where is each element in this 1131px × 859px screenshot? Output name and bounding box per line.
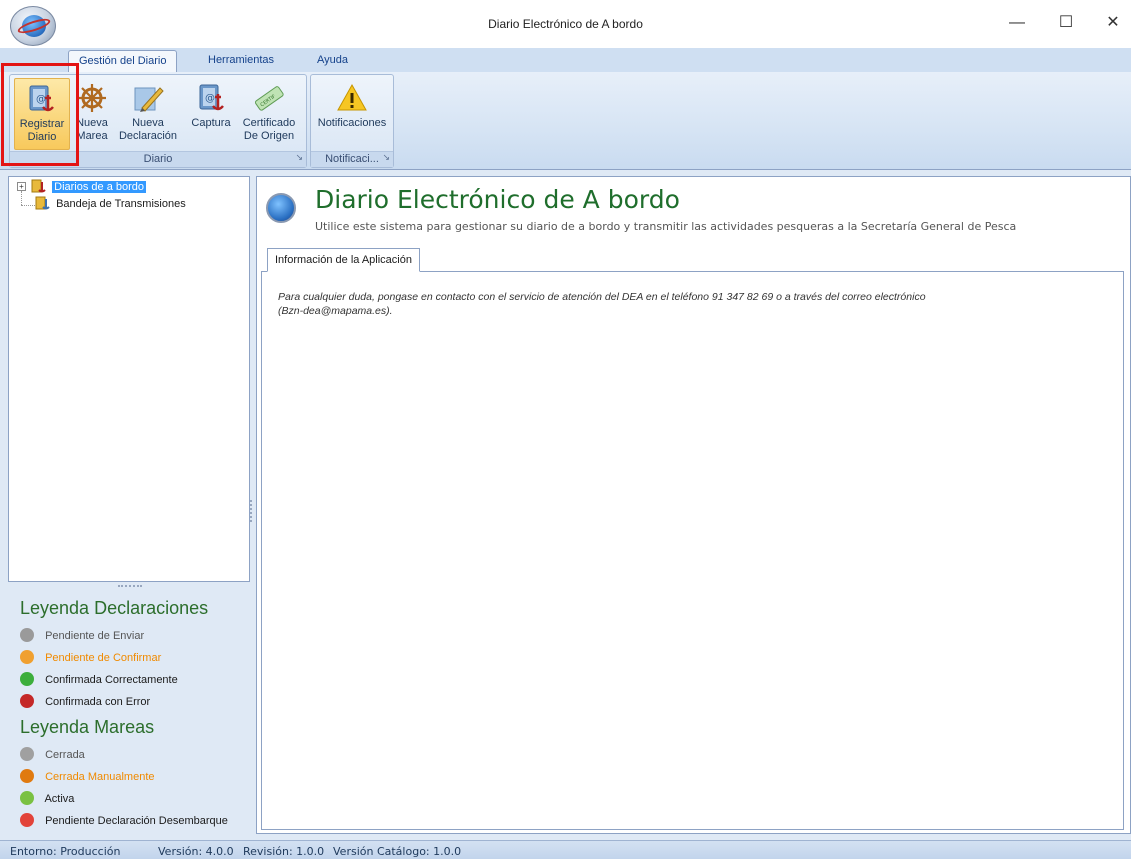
- legend-item-cerrada: Cerrada: [8, 744, 250, 766]
- title-bar: Diario Electrónico de A bordo — ☐ ✕: [0, 0, 1131, 48]
- window-title: Diario Electrónico de A bordo: [488, 17, 643, 31]
- tab-gestion-del-diario[interactable]: Gestión del Diario: [68, 50, 178, 72]
- ribbon-group-notificaciones: Notificaciones Notificaci... ↘: [310, 74, 394, 168]
- declaration-error-icon: [20, 694, 34, 708]
- page-subtitle: Utilice este sistema para gestionar su d…: [315, 220, 1017, 233]
- declaration-pending-send-icon: [20, 628, 34, 642]
- legend-declaraciones-title: Leyenda Declaraciones: [20, 598, 209, 618]
- app-logo-icon: [266, 193, 296, 223]
- nueva-declaracion-button[interactable]: Nueva Declaración: [116, 78, 180, 150]
- notificaciones-label: Notificaciones: [317, 117, 387, 129]
- ship-wheel-icon: [78, 84, 106, 112]
- capture-icon: @: [199, 84, 224, 111]
- captura-label: Captura: [191, 117, 231, 129]
- certificado-label-2: De Origen: [243, 130, 295, 142]
- ribbon-panel: @ Registrar Diario Nueva Marea Nueva Dec…: [0, 72, 1131, 170]
- tab-herramientas[interactable]: Herramientas: [198, 50, 284, 72]
- diario-group-title: Diario: [143, 153, 173, 165]
- tab-ayuda[interactable]: Ayuda: [307, 50, 358, 72]
- nueva-marea-label-2: Marea: [76, 130, 108, 142]
- status-entorno: Entorno: Producción: [10, 845, 121, 858]
- status-revision: Revisión: 1.0.0: [243, 845, 325, 858]
- tree-item-diarios[interactable]: + Diarios de a bordo: [17, 179, 147, 195]
- tide-active-icon: [20, 791, 34, 805]
- legend-label: Cerrada: [45, 749, 85, 761]
- tree-item-bandeja[interactable]: Bandeja de Transmisiones: [33, 196, 186, 212]
- tide-pending-landing-icon: [20, 813, 34, 827]
- legend-item-activa: Activa: [8, 788, 250, 810]
- notificaciones-group-title: Notificaci...: [325, 153, 379, 165]
- tree-item-label: Diarios de a bordo: [52, 181, 147, 193]
- info-line-2: (Bzn-dea@mapama.es).: [278, 305, 393, 317]
- close-button[interactable]: ✕: [1096, 10, 1130, 36]
- legend-item-pendiente-desembarque: Pendiente Declaración Desembarque: [8, 810, 250, 832]
- declaration-confirmed-icon: [20, 672, 34, 686]
- legend-item-pendiente-confirmar: Pendiente de Confirmar: [8, 647, 250, 669]
- declaration-pending-confirm-icon: [20, 650, 34, 664]
- nueva-marea-label-1: Nueva: [76, 117, 108, 129]
- warning-icon: [337, 83, 367, 111]
- legend-label: Activa: [44, 793, 75, 805]
- svg-text:@: @: [205, 93, 215, 104]
- legend-item-cerrada-manualmente: Cerrada Manualmente: [8, 766, 250, 788]
- legend-label: Confirmada Correctamente: [45, 674, 178, 686]
- horizontal-splitter[interactable]: [118, 585, 142, 589]
- navigation-tree: + Diarios de a bordo Bandeja de Transmis…: [8, 176, 250, 582]
- certificate-icon: CERTIF: [254, 86, 284, 111]
- legend-label: Confirmada con Error: [45, 696, 151, 708]
- legend-panel: Leyenda Declaraciones Pendiente de Envia…: [8, 594, 250, 834]
- tab-informacion-aplicacion[interactable]: Información de la Aplicación: [267, 248, 420, 272]
- highlight-rectangle: [1, 63, 79, 166]
- legend-item-confirmada-correctamente: Confirmada Correctamente: [8, 669, 250, 691]
- legend-item-confirmada-error: Confirmada con Error: [8, 691, 250, 713]
- tide-closed-icon: [20, 747, 34, 761]
- certificado-de-origen-button[interactable]: CERTIF Certificado De Origen: [236, 78, 302, 150]
- dialog-launcher-icon[interactable]: ↘: [382, 150, 390, 165]
- diary-book-icon: [31, 179, 46, 193]
- info-line-1: Para cualquier duda, pongase en contacto…: [278, 291, 926, 303]
- legend-mareas-title: Leyenda Mareas: [20, 717, 155, 737]
- pencil-icon: [134, 87, 164, 112]
- transmission-tray-icon: [35, 196, 50, 210]
- legend-label: Cerrada Manualmente: [45, 771, 155, 783]
- legend-label: Pendiente de Enviar: [45, 630, 145, 642]
- tide-closed-manually-icon: [20, 769, 34, 783]
- ribbon-tab-strip: Gestión del Diario Herramientas Ayuda: [0, 48, 1131, 72]
- status-version: Versión: 4.0.0: [158, 845, 234, 858]
- page-title: Diario Electrónico de A bordo: [315, 185, 680, 214]
- vertical-splitter[interactable]: [250, 500, 254, 522]
- tree-expand-icon[interactable]: +: [17, 182, 26, 191]
- nueva-declaracion-label-2: Declaración: [118, 130, 178, 142]
- captura-button[interactable]: @ Captura: [186, 78, 236, 150]
- tree-item-label: Bandeja de Transmisiones: [56, 198, 186, 210]
- ribbon-group-notificaciones-label: Notificaci... ↘: [311, 151, 393, 167]
- minimize-button[interactable]: —: [1000, 10, 1034, 36]
- certificado-label-1: Certificado: [242, 117, 296, 129]
- info-text: Para cualquier duda, pongase en contacto…: [278, 290, 1038, 318]
- content-panel: Diario Electrónico de A bordo Utilice es…: [256, 176, 1131, 834]
- status-catalogo: Versión Catálogo: 1.0.0: [333, 845, 462, 858]
- info-tab-page: Para cualquier duda, pongase en contacto…: [261, 271, 1124, 830]
- nueva-declaracion-label-1: Nueva: [132, 117, 164, 129]
- maximize-button[interactable]: ☐: [1049, 10, 1083, 36]
- notificaciones-button[interactable]: Notificaciones: [315, 78, 389, 150]
- status-bar: Entorno: Producción Versión: 4.0.0 Revis…: [0, 840, 1131, 859]
- dialog-launcher-icon[interactable]: ↘: [295, 150, 303, 165]
- legend-label: Pendiente Declaración Desembarque: [45, 815, 228, 827]
- legend-item-pendiente-enviar: Pendiente de Enviar: [8, 625, 250, 647]
- legend-label: Pendiente de Confirmar: [45, 652, 162, 664]
